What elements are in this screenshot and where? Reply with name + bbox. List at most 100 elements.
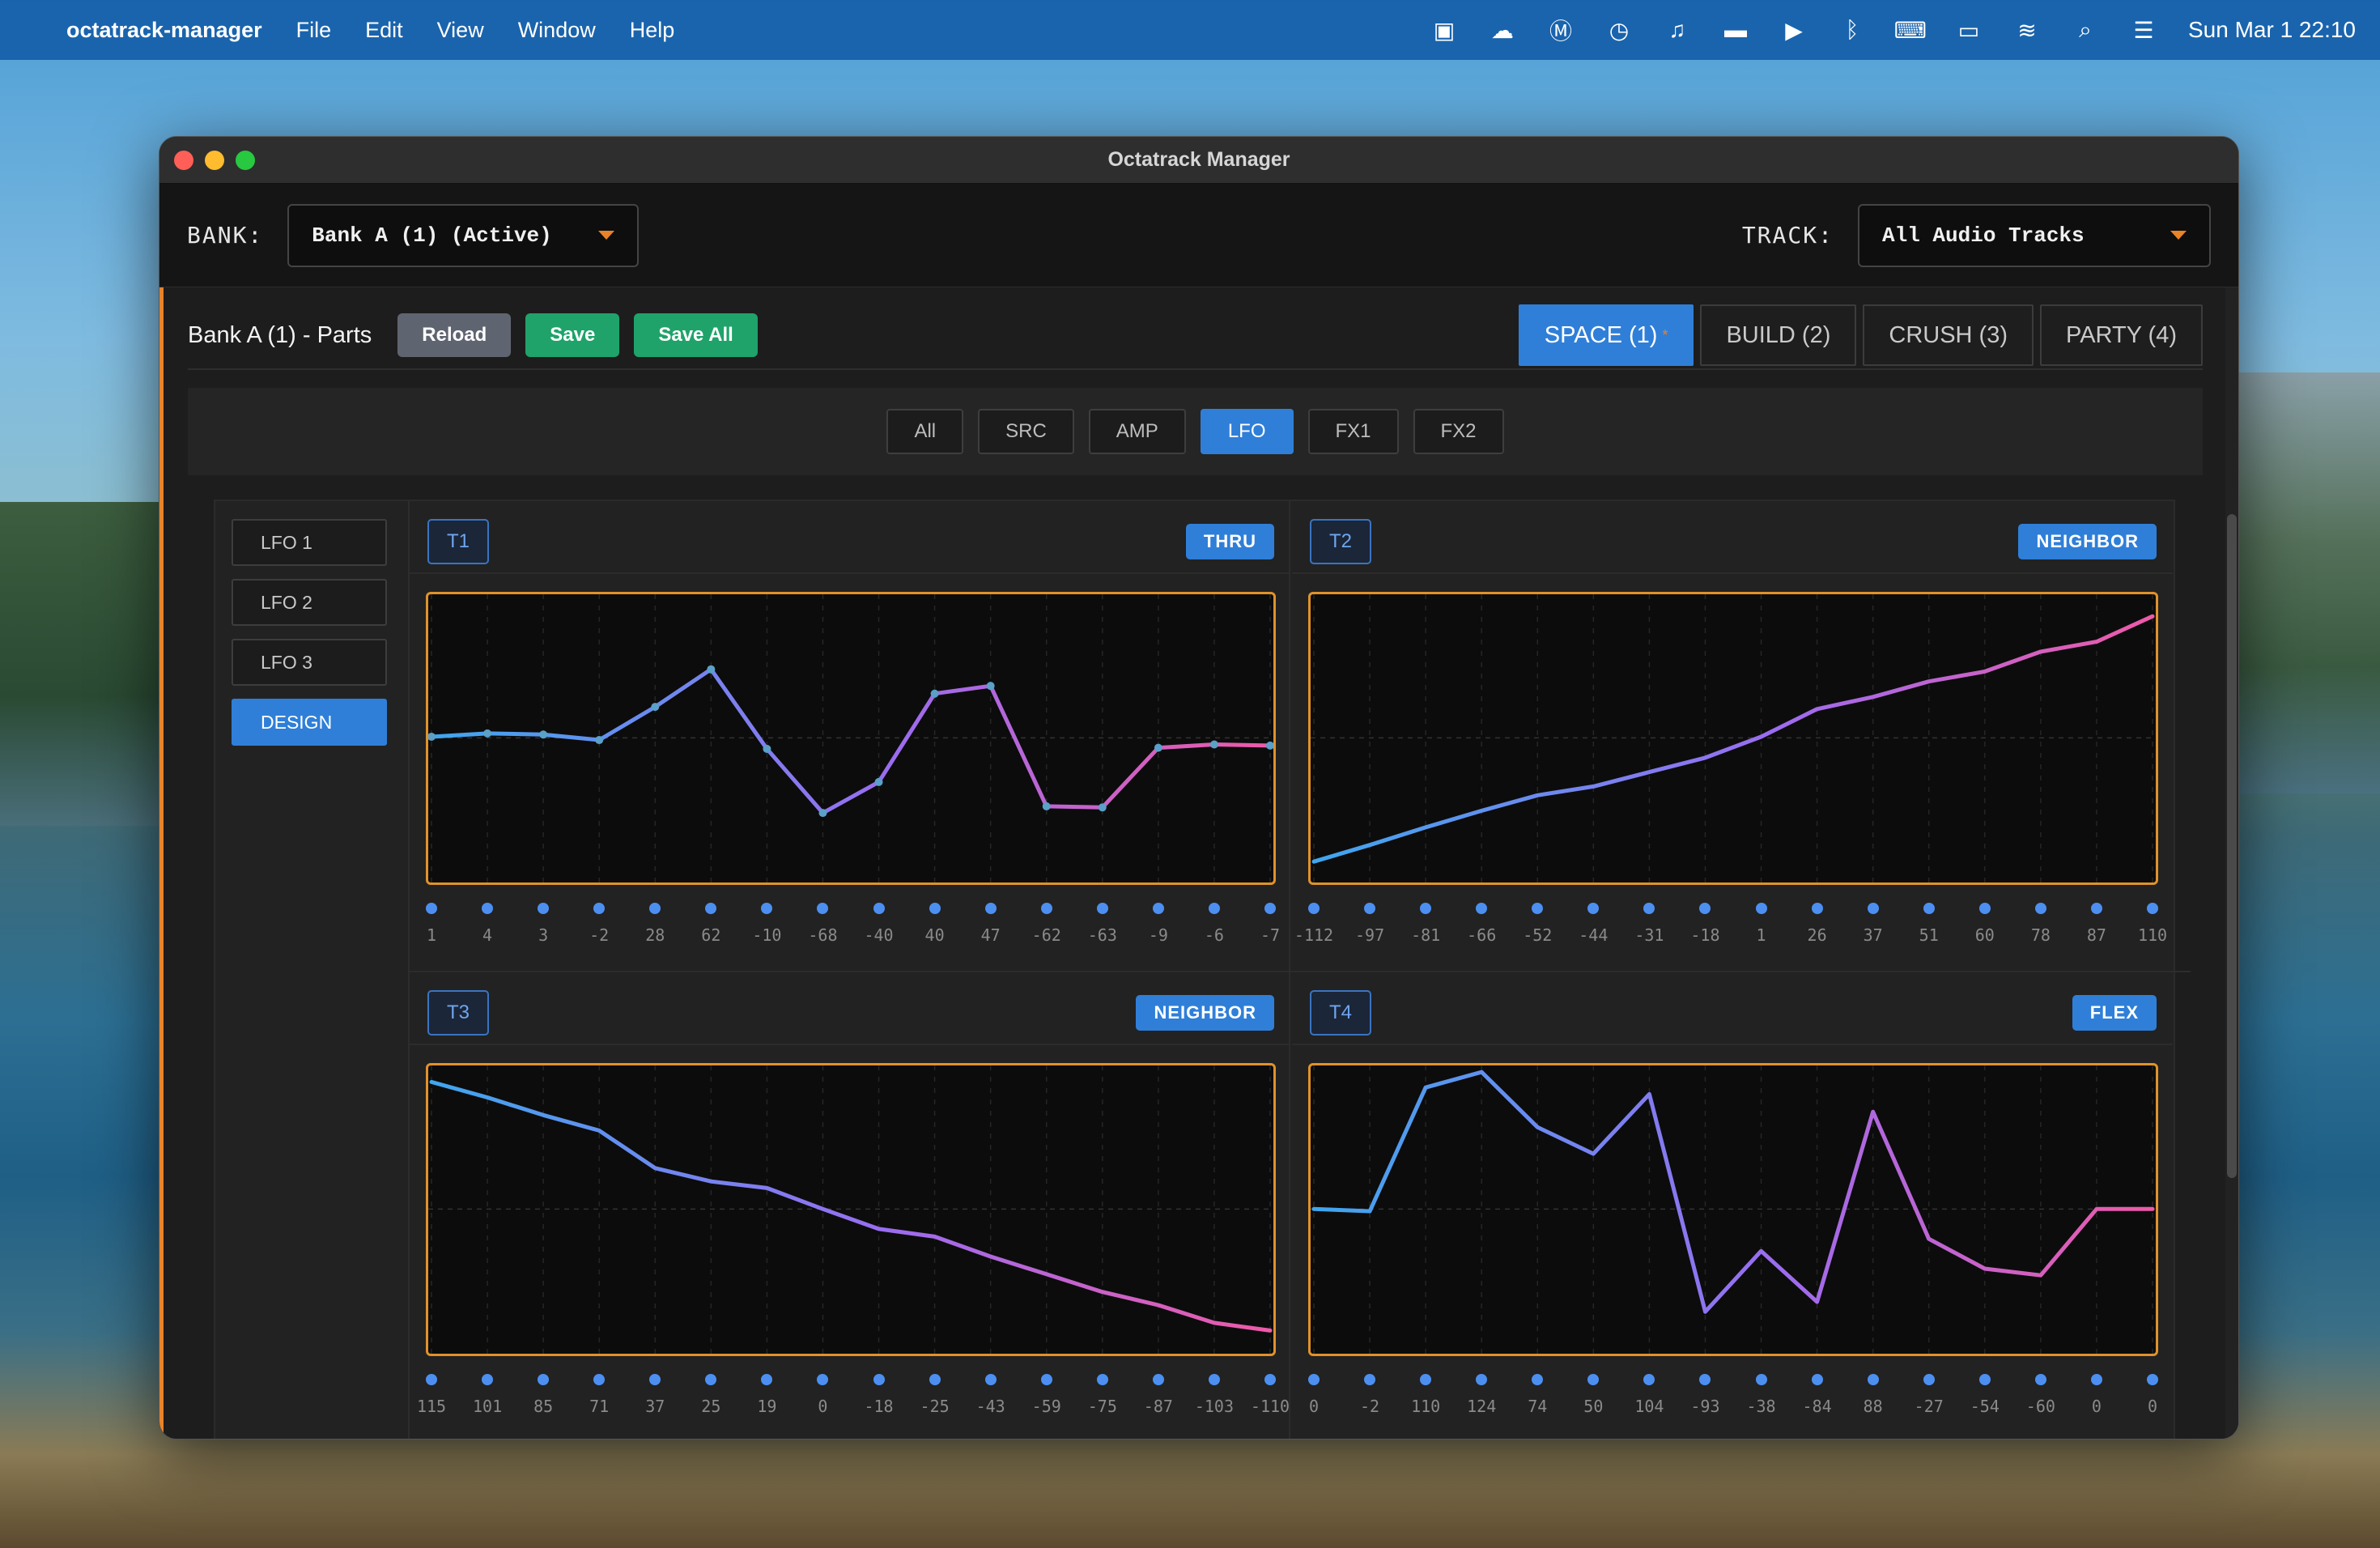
- cloud-icon[interactable]: ☁: [1489, 16, 1516, 44]
- step-slot[interactable]: 104: [1623, 1364, 1675, 1416]
- battery-icon[interactable]: ▭: [1955, 16, 1983, 44]
- lfo-waveform-plot[interactable]: [1308, 592, 2158, 885]
- step-dot[interactable]: [593, 903, 606, 914]
- step-slot[interactable]: 110: [2127, 893, 2178, 945]
- filter-tab-lfo[interactable]: LFO: [1200, 409, 1294, 454]
- menu-file[interactable]: File: [296, 18, 332, 43]
- step-dot[interactable]: [426, 1374, 437, 1385]
- step-slot[interactable]: -60: [2015, 1364, 2067, 1416]
- wifi-icon[interactable]: ≋: [2013, 16, 2041, 44]
- step-slot[interactable]: 101: [461, 1364, 513, 1416]
- step-slot[interactable]: 3: [517, 893, 569, 945]
- step-dot[interactable]: [1040, 903, 1052, 914]
- step-dot[interactable]: [538, 1374, 550, 1385]
- lfo-waveform-plot[interactable]: [1308, 1063, 2158, 1356]
- step-dot[interactable]: [1152, 1374, 1164, 1385]
- close-button[interactable]: [174, 151, 193, 170]
- filter-tab-fx1[interactable]: FX1: [1307, 409, 1399, 454]
- step-dot[interactable]: [2034, 1374, 2046, 1385]
- step-dot[interactable]: [538, 903, 550, 914]
- play-circle-icon[interactable]: ▶: [1780, 16, 1808, 44]
- step-dot[interactable]: [1587, 1374, 1600, 1385]
- step-dot[interactable]: [2034, 903, 2046, 914]
- minimize-button[interactable]: [205, 151, 224, 170]
- step-dot[interactable]: [1096, 1374, 1108, 1385]
- menu-help[interactable]: Help: [630, 18, 675, 43]
- step-slot[interactable]: 0: [2127, 1364, 2178, 1416]
- step-slot[interactable]: 4: [461, 893, 513, 945]
- step-dot[interactable]: [1755, 903, 1767, 914]
- lfo-waveform-plot[interactable]: [426, 592, 1276, 885]
- step-dot[interactable]: [1308, 1374, 1320, 1385]
- step-slot[interactable]: 115: [406, 1364, 457, 1416]
- lfo-waveform-plot[interactable]: [426, 1063, 1276, 1356]
- step-dot[interactable]: [1364, 903, 1376, 914]
- step-slot[interactable]: 1: [406, 893, 457, 945]
- step-slot[interactable]: 62: [685, 893, 737, 945]
- save-button[interactable]: Save: [525, 313, 620, 357]
- scroll-thumb[interactable]: [2227, 514, 2237, 1178]
- step-dot[interactable]: [761, 1374, 773, 1385]
- step-dot[interactable]: [1699, 903, 1711, 914]
- step-slot[interactable]: 28: [629, 893, 681, 945]
- track-select[interactable]: All Audio Tracks: [1858, 203, 2211, 267]
- step-dot[interactable]: [593, 1374, 606, 1385]
- mode-badge[interactable]: NEIGHBOR: [1136, 995, 1274, 1031]
- step-slot[interactable]: 19: [741, 1364, 793, 1416]
- step-slot[interactable]: -18: [1679, 893, 1731, 945]
- step-slot[interactable]: -63: [1077, 893, 1128, 945]
- step-slot[interactable]: -93: [1679, 1364, 1731, 1416]
- step-dot[interactable]: [1420, 1374, 1432, 1385]
- step-dot[interactable]: [1699, 1374, 1711, 1385]
- step-dot[interactable]: [1308, 903, 1320, 914]
- menu-edit[interactable]: Edit: [365, 18, 403, 43]
- step-slot[interactable]: 50: [1567, 1364, 1619, 1416]
- step-dot[interactable]: [1643, 903, 1655, 914]
- step-dot[interactable]: [1476, 1374, 1488, 1385]
- filter-tab-amp[interactable]: AMP: [1088, 409, 1186, 454]
- step-dot[interactable]: [1643, 1374, 1655, 1385]
- bluetooth-icon[interactable]: ᛒ: [1838, 16, 1866, 44]
- filter-tab-src[interactable]: SRC: [978, 409, 1074, 454]
- step-dot[interactable]: [817, 903, 829, 914]
- step-dot[interactable]: [1476, 903, 1488, 914]
- step-slot[interactable]: 0: [2071, 1364, 2123, 1416]
- bank-select[interactable]: Bank A (1) (Active): [287, 203, 640, 267]
- step-slot[interactable]: -75: [1077, 1364, 1128, 1416]
- step-slot[interactable]: -2: [1344, 1364, 1396, 1416]
- step-dot[interactable]: [2147, 1374, 2158, 1385]
- step-dot[interactable]: [1811, 1374, 1823, 1385]
- step-dot[interactable]: [1978, 903, 1991, 914]
- step-dot[interactable]: [984, 1374, 997, 1385]
- step-slot[interactable]: 85: [517, 1364, 569, 1416]
- step-dot[interactable]: [705, 903, 717, 914]
- keyboard-icon[interactable]: ⌨: [1894, 16, 1927, 44]
- step-slot[interactable]: -38: [1736, 1364, 1787, 1416]
- part-tab-space[interactable]: SPACE (1) *: [1518, 304, 1694, 366]
- step-dot[interactable]: [1532, 1374, 1544, 1385]
- step-dot[interactable]: [482, 903, 494, 914]
- step-slot[interactable]: -25: [909, 1364, 961, 1416]
- step-slot[interactable]: 74: [1511, 1364, 1563, 1416]
- step-slot[interactable]: 40: [909, 893, 961, 945]
- step-slot[interactable]: -9: [1133, 893, 1184, 945]
- step-slot[interactable]: 47: [965, 893, 1017, 945]
- step-dot[interactable]: [1811, 903, 1823, 914]
- step-slot[interactable]: -2: [573, 893, 625, 945]
- text-input-icon[interactable]: ▣: [1430, 16, 1458, 44]
- step-slot[interactable]: -81: [1400, 893, 1451, 945]
- step-dot[interactable]: [817, 1374, 829, 1385]
- step-dot[interactable]: [2147, 903, 2158, 914]
- step-dot[interactable]: [929, 1374, 941, 1385]
- lfo-2-button[interactable]: LFO 2: [232, 579, 387, 626]
- mode-badge[interactable]: NEIGHBOR: [2018, 524, 2157, 559]
- step-slot[interactable]: -52: [1511, 893, 1563, 945]
- scrollbar[interactable]: [2225, 287, 2238, 1439]
- step-dot[interactable]: [1923, 903, 1935, 914]
- step-slot[interactable]: -44: [1567, 893, 1619, 945]
- menu-app-name[interactable]: octatrack-manager: [66, 18, 262, 43]
- lfo-1-button[interactable]: LFO 1: [232, 519, 387, 566]
- step-slot[interactable]: -66: [1456, 893, 1507, 945]
- step-dot[interactable]: [1420, 903, 1432, 914]
- part-tab-crush[interactable]: CRUSH (3): [1863, 304, 2034, 366]
